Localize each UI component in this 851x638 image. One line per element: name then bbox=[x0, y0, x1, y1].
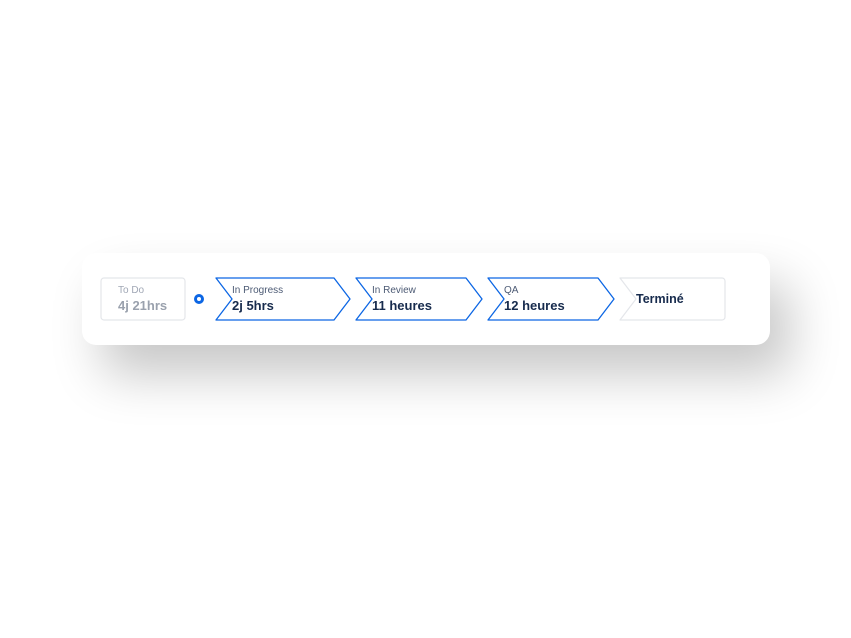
stage-todo[interactable]: To Do 4j 21hrs bbox=[100, 277, 186, 321]
stage-qa-value: 12 heures bbox=[504, 298, 606, 314]
stage-in-review-label: In Review bbox=[372, 284, 474, 298]
stage-qa-label: QA bbox=[504, 284, 606, 298]
stage-qa[interactable]: QA 12 heures bbox=[486, 277, 616, 321]
current-stage-indicator-icon bbox=[194, 294, 204, 304]
stage-in-review[interactable]: In Review 11 heures bbox=[354, 277, 484, 321]
stage-in-progress-value: 2j 5hrs bbox=[232, 298, 342, 314]
stage-todo-label: To Do bbox=[118, 284, 176, 298]
stage-in-progress-label: In Progress bbox=[232, 284, 342, 298]
stage-todo-value: 4j 21hrs bbox=[118, 298, 176, 314]
stage-done[interactable]: Terminé bbox=[618, 277, 726, 321]
stage-done-value: Terminé bbox=[636, 291, 716, 307]
stage-in-progress[interactable]: In Progress 2j 5hrs bbox=[214, 277, 352, 321]
status-pipeline-card: To Do 4j 21hrs In Progress 2j 5hrs In Re… bbox=[82, 253, 770, 345]
stage-in-review-value: 11 heures bbox=[372, 298, 474, 314]
